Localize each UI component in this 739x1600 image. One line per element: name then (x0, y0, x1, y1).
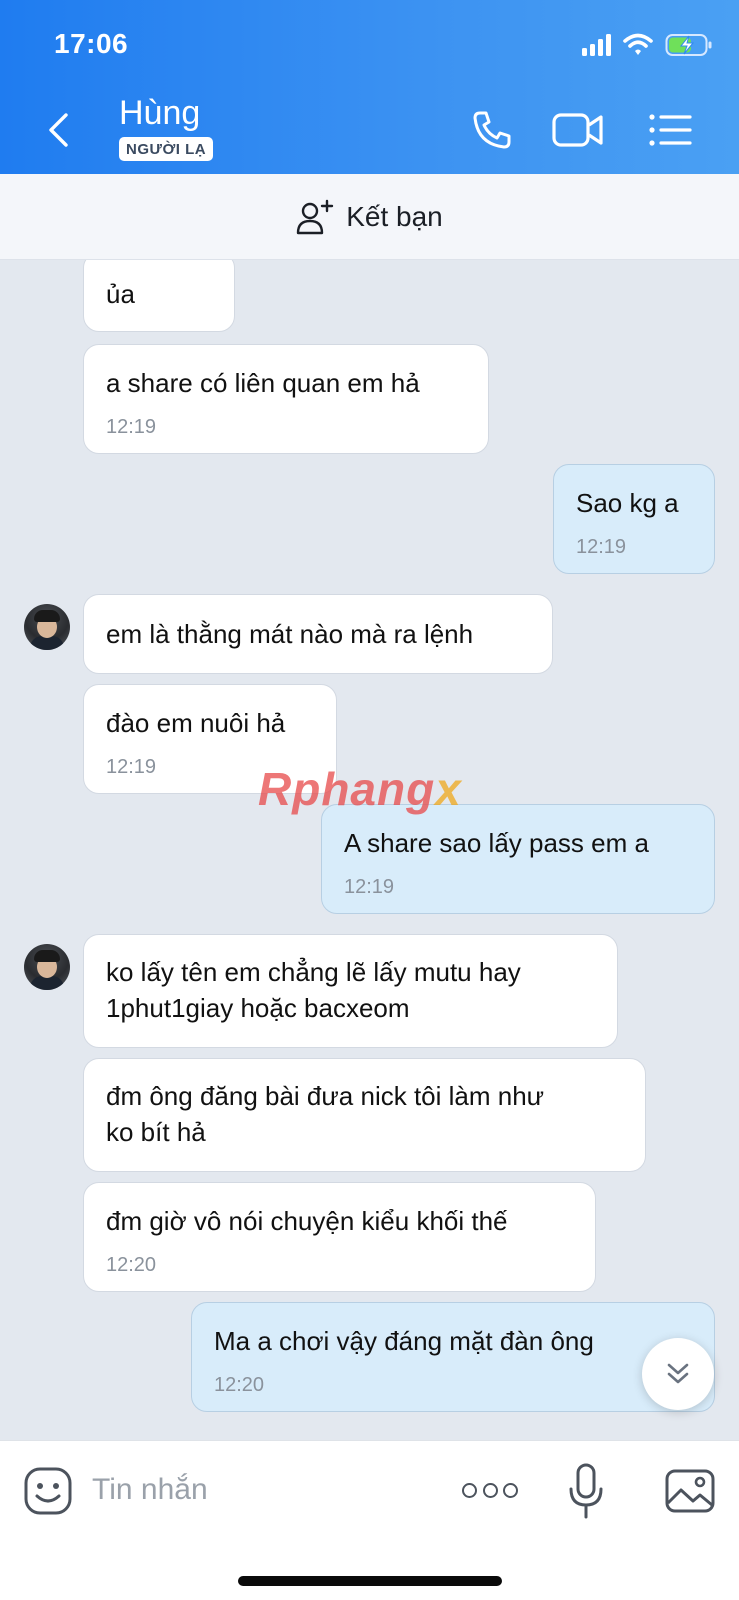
message-bubble-incoming[interactable]: em là thằng mát nào mà ra lệnh (83, 594, 553, 674)
message-time: 12:20 (106, 1254, 157, 1276)
message-input[interactable] (92, 1467, 422, 1513)
video-camera-icon (552, 113, 603, 147)
message-time: 12:20 (214, 1374, 265, 1396)
sticker-button[interactable] (22, 1465, 74, 1517)
message-bubble-outgoing[interactable]: Ma a chơi vậy đáng mặt đàn ông 12:20 (191, 1302, 715, 1412)
message-bubble-outgoing[interactable]: Sao kg a 12:19 (553, 464, 715, 574)
battery-charging-icon (665, 34, 712, 56)
phone-icon (473, 111, 511, 149)
message-bubble-incoming[interactable]: ủa (83, 260, 235, 332)
status-time: 17:06 (54, 28, 129, 59)
message-time: 12:19 (106, 756, 157, 778)
message-time: 12:19 (344, 876, 395, 898)
voice-call-button[interactable] (466, 106, 518, 154)
list-menu-icon (649, 114, 692, 146)
message-time: 12:19 (576, 536, 627, 558)
dot-icon (482, 1482, 498, 1498)
double-chevron-down-icon (667, 1363, 689, 1384)
status-icons (582, 30, 713, 60)
stranger-badge: NGƯỜI LẠ (119, 137, 214, 161)
voice-record-button[interactable] (566, 1461, 606, 1521)
avatar[interactable] (24, 604, 70, 650)
message-bubble-outgoing[interactable]: A share sao lấy pass em a 12:19 (321, 804, 715, 914)
dot-icon (462, 1482, 477, 1498)
microphone-icon (569, 1463, 603, 1519)
add-user-icon (297, 199, 334, 234)
add-friend-button[interactable]: Kết bạn (0, 174, 739, 260)
back-button[interactable] (40, 106, 76, 154)
video-call-button[interactable] (552, 106, 604, 154)
signal-icon (582, 34, 611, 56)
message-list[interactable]: ủa a share có liên quan em hả 12:19 Sao … (0, 260, 739, 1440)
dot-icon (503, 1482, 518, 1498)
more-options-button[interactable] (462, 1477, 518, 1503)
options-menu-button[interactable] (644, 106, 696, 154)
chevron-left-icon (49, 113, 68, 147)
sticker-face-icon (24, 1467, 72, 1515)
chat-header: 17:06 Hùng NGƯỜI LẠ (0, 0, 739, 174)
avatar[interactable] (24, 944, 70, 990)
message-bubble-incoming[interactable]: ko lấy tên em chẳng lẽ lấy mutu hay 1phu… (83, 934, 618, 1048)
wifi-icon (623, 33, 653, 55)
scroll-to-bottom-button[interactable] (642, 1338, 714, 1410)
message-bubble-incoming[interactable]: a share có liên quan em hả 12:19 (83, 344, 489, 454)
message-bubble-incoming[interactable]: đm ông đăng bài đưa nick tôi làm như ko … (83, 1058, 646, 1172)
watermark-logo: Rphangx (258, 763, 462, 815)
home-indicator (238, 1576, 502, 1586)
contact-name[interactable]: Hùng (119, 94, 200, 133)
message-time: 12:19 (106, 416, 157, 438)
message-bubble-incoming[interactable]: đm giờ vô nói chuyện kiểu khối thế 12:20 (83, 1182, 596, 1292)
photo-picker-button[interactable] (664, 1465, 716, 1517)
image-icon (665, 1469, 715, 1513)
add-friend-label: Kết bạn (346, 200, 443, 232)
